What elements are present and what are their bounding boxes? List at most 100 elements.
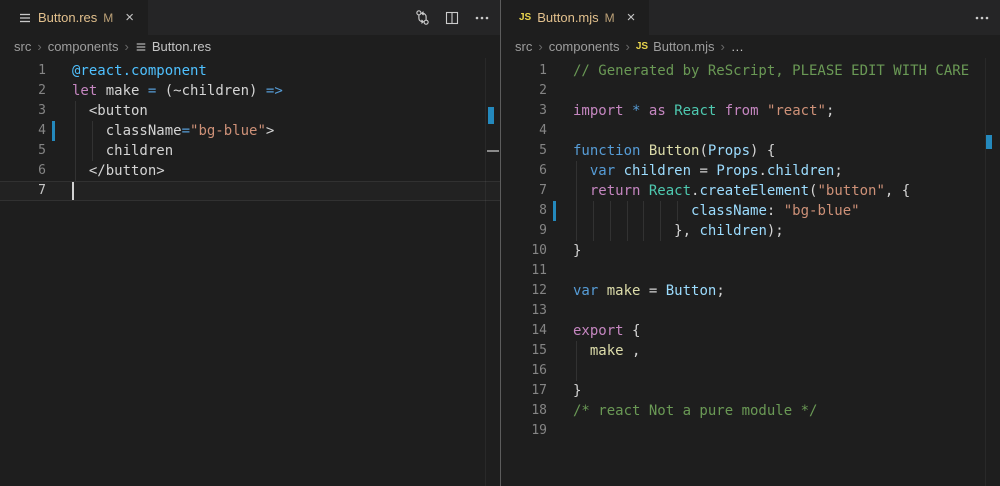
gutter[interactable] <box>547 161 573 181</box>
overview-ruler-right[interactable] <box>985 58 986 486</box>
gutter[interactable] <box>547 261 573 281</box>
line-number[interactable]: 1 <box>501 61 547 81</box>
more-actions-icon[interactable] <box>972 8 992 28</box>
code-line[interactable]: 10} <box>501 241 1000 261</box>
tab-button-res[interactable]: Button.res M × <box>0 0 148 35</box>
code-line[interactable]: 7 return React.createElement("button", { <box>501 181 1000 201</box>
gutter[interactable] <box>46 181 72 201</box>
code-text[interactable] <box>573 121 1000 141</box>
tab-button-mjs[interactable]: JS Button.mjs M × <box>501 0 649 35</box>
code-line[interactable]: 2 <box>501 81 1000 101</box>
code-text[interactable]: className: "bg-blue" <box>573 201 1000 221</box>
code-text[interactable]: }, children); <box>573 221 1000 241</box>
code-editor-mjs[interactable]: 1 // Generated by ReScript, PLEASE EDIT W… <box>501 58 1000 441</box>
code-text[interactable]: var children = Props.children; <box>573 161 1000 181</box>
line-number[interactable]: 12 <box>501 281 547 301</box>
line-number[interactable]: 18 <box>501 401 547 421</box>
code-text[interactable]: function Button(Props) { <box>573 141 1000 161</box>
code-text[interactable] <box>573 421 1000 441</box>
line-number[interactable]: 11 <box>501 261 547 281</box>
line-number[interactable]: 2 <box>0 81 46 101</box>
code-line[interactable]: 13 <box>501 301 1000 321</box>
gutter[interactable] <box>547 121 573 141</box>
gutter[interactable] <box>547 381 573 401</box>
code-text[interactable]: @react.component <box>72 61 500 81</box>
code-text[interactable]: /* react Not a pure module */ <box>573 401 1000 421</box>
gutter[interactable] <box>547 61 573 81</box>
code-line[interactable]: 19 <box>501 421 1000 441</box>
code-text[interactable]: children <box>72 141 500 161</box>
code-text[interactable] <box>573 81 1000 101</box>
code-text[interactable]: return React.createElement("button", { <box>573 181 1000 201</box>
gutter[interactable] <box>547 201 573 221</box>
line-number[interactable]: 6 <box>501 161 547 181</box>
gutter[interactable] <box>46 121 72 141</box>
line-number[interactable]: 2 <box>501 81 547 101</box>
code-text[interactable]: export { <box>573 321 1000 341</box>
line-number[interactable]: 14 <box>501 321 547 341</box>
code-line[interactable]: 2let make = (~children) => <box>0 81 500 101</box>
line-number[interactable]: 5 <box>0 141 46 161</box>
line-number[interactable]: 15 <box>501 341 547 361</box>
breadcrumb-item[interactable]: components <box>48 39 119 54</box>
code-line[interactable]: 4 className="bg-blue"> <box>0 121 500 141</box>
code-text[interactable] <box>72 181 500 201</box>
line-number[interactable]: 10 <box>501 241 547 261</box>
line-number[interactable]: 17 <box>501 381 547 401</box>
line-number[interactable]: 16 <box>501 361 547 381</box>
code-line[interactable]: 7 <box>0 181 500 201</box>
code-text[interactable]: var make = Button; <box>573 281 1000 301</box>
gutter[interactable] <box>547 361 573 381</box>
gutter[interactable] <box>547 101 573 121</box>
line-number[interactable]: 8 <box>501 201 547 221</box>
code-text[interactable]: <button <box>72 101 500 121</box>
more-actions-icon[interactable] <box>472 8 492 28</box>
code-text[interactable]: className="bg-blue"> <box>72 121 500 141</box>
gutter[interactable] <box>547 421 573 441</box>
code-line[interactable]: 1 // Generated by ReScript, PLEASE EDIT W… <box>501 61 1000 81</box>
code-text[interactable]: import * as React from "react"; <box>573 101 1000 121</box>
code-line[interactable]: 6 var children = Props.children; <box>501 161 1000 181</box>
gutter[interactable] <box>547 281 573 301</box>
code-text[interactable]: // Generated by ReScript, PLEASE EDIT WI… <box>573 61 1000 81</box>
breadcrumb-item[interactable]: … <box>731 39 744 54</box>
line-number[interactable]: 4 <box>501 121 547 141</box>
line-number[interactable]: 7 <box>0 181 46 201</box>
code-text[interactable]: make , <box>573 341 1000 361</box>
code-line[interactable]: 9 }, children); <box>501 221 1000 241</box>
code-line[interactable]: 1 @react.component <box>0 61 500 81</box>
gutter[interactable] <box>547 81 573 101</box>
code-text[interactable]: } <box>573 381 1000 401</box>
code-line[interactable]: 5 function Button(Props) { <box>501 141 1000 161</box>
code-line[interactable]: 5 children <box>0 141 500 161</box>
gutter[interactable] <box>547 181 573 201</box>
gutter[interactable] <box>547 141 573 161</box>
line-number[interactable]: 3 <box>501 101 547 121</box>
code-text[interactable]: </button> <box>72 161 500 181</box>
code-line[interactable]: 15 make , <box>501 341 1000 361</box>
line-number[interactable]: 7 <box>501 181 547 201</box>
line-number[interactable]: 1 <box>0 61 46 81</box>
code-line[interactable]: 11 <box>501 261 1000 281</box>
gutter[interactable] <box>547 341 573 361</box>
breadcrumb-item[interactable]: components <box>549 39 620 54</box>
gutter[interactable] <box>547 301 573 321</box>
code-line[interactable]: 17} <box>501 381 1000 401</box>
line-number[interactable]: 3 <box>0 101 46 121</box>
gutter[interactable] <box>547 221 573 241</box>
line-number[interactable]: 6 <box>0 161 46 181</box>
code-text[interactable]: } <box>573 241 1000 261</box>
code-text[interactable] <box>573 361 1000 381</box>
code-line[interactable]: 3 <button <box>0 101 500 121</box>
overview-ruler-left[interactable] <box>485 58 486 486</box>
line-number[interactable]: 5 <box>501 141 547 161</box>
close-icon[interactable]: × <box>125 10 134 25</box>
open-changes-icon[interactable] <box>412 8 432 28</box>
close-icon[interactable]: × <box>627 10 636 25</box>
line-number[interactable]: 19 <box>501 421 547 441</box>
code-line[interactable]: 4 <box>501 121 1000 141</box>
split-editor-icon[interactable] <box>442 8 462 28</box>
gutter[interactable] <box>46 61 72 81</box>
breadcrumb-item[interactable]: JSButton.mjs <box>636 39 715 54</box>
gutter[interactable] <box>547 321 573 341</box>
